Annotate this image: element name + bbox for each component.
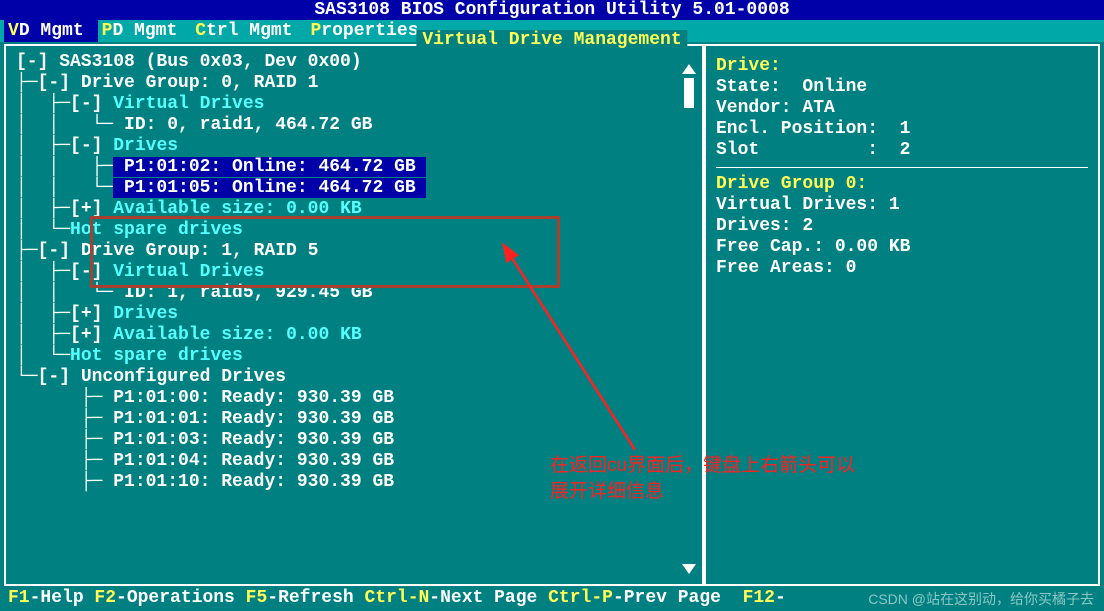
info-dg-heading: Drive Group 0: <box>716 174 1088 195</box>
tree-dg0-vd0[interactable]: │ │ └─ ID: 0, raid1, 464.72 GB <box>16 115 698 136</box>
info-fa: Free Areas: 0 <box>716 258 1088 279</box>
scroll-down-icon[interactable] <box>682 564 696 574</box>
tree-dg0-vd[interactable]: │ ├─[-] Virtual Drives <box>16 94 698 115</box>
annotation-text: 在返回cu界面后，键盘上右箭头可以 展开详细信息 <box>550 453 855 505</box>
tree-dg0-drives[interactable]: │ ├─[-] Drives <box>16 136 698 157</box>
menu-properties[interactable]: Properties <box>306 20 432 42</box>
info-vd: Virtual Drives: 1 <box>716 195 1088 216</box>
title-bar: SAS3108 BIOS Configuration Utility 5.01-… <box>0 0 1104 20</box>
tree-controller[interactable]: [-] SAS3108 (Bus 0x03, Dev 0x00) <box>16 52 698 73</box>
tree-uncfg-0[interactable]: ├─ P1:01:00: Ready: 930.39 GB <box>16 388 698 409</box>
ctrl-n-key: Ctrl-N <box>364 588 429 608</box>
ctrl-p-key: Ctrl-P <box>548 588 613 608</box>
tree-unconfigured[interactable]: └─[-] Unconfigured Drives <box>16 367 698 388</box>
menu-vd-mgmt[interactable]: VD Mgmt <box>4 20 98 42</box>
scroll-up-icon[interactable] <box>682 64 696 74</box>
watermark: CSDN @站在这别动，给你买橘子去 <box>868 589 1094 609</box>
scroll-thumb[interactable] <box>684 78 694 108</box>
tree-dg0-avail[interactable]: │ ├─[+] Available size: 0.00 KB <box>16 199 698 220</box>
tree-dg1-vd[interactable]: │ ├─[-] Virtual Drives <box>16 262 698 283</box>
menu-pd-mgmt[interactable]: PD Mgmt <box>98 20 192 42</box>
info-divider <box>716 167 1088 168</box>
info-vendor: Vendor: ATA <box>716 98 1088 119</box>
tree-drive-p1-01-05[interactable]: │ │ └─ P1:01:05: Online: 464.72 GB <box>16 178 698 199</box>
f5-key: F5 <box>246 588 268 608</box>
tree-dg1[interactable]: ├─[-] Drive Group: 1, RAID 5 <box>16 241 698 262</box>
info-encl: Encl. Position: 1 <box>716 119 1088 140</box>
tree-dg0[interactable]: ├─[-] Drive Group: 0, RAID 1 <box>16 73 698 94</box>
tree-drive-p1-01-02[interactable]: │ │ ├─ P1:01:02: Online: 464.72 GB <box>16 157 698 178</box>
info-drive-heading: Drive: <box>716 56 1088 77</box>
f2-key: F2 <box>94 588 116 608</box>
menu-ctrl-mgmt[interactable]: Ctrl Mgmt <box>191 20 306 42</box>
tree-dg0-hotspare[interactable]: │ └─Hot spare drives <box>16 220 698 241</box>
f12-key: F12 <box>743 588 775 608</box>
tree-dg1-hotspare[interactable]: │ └─Hot spare drives <box>16 346 698 367</box>
info-free: Free Cap.: 0.00 KB <box>716 237 1088 258</box>
info-drv: Drives: 2 <box>716 216 1088 237</box>
info-state: State: Online <box>716 77 1088 98</box>
tree-uncfg-1[interactable]: ├─ P1:01:01: Ready: 930.39 GB <box>16 409 698 430</box>
panel-title: Virtual Drive Management <box>416 30 687 50</box>
f1-key: F1 <box>8 588 30 608</box>
main-area: Virtual Drive Management [-] SAS3108 (Bu… <box>0 42 1104 588</box>
tree-dg1-drives[interactable]: │ ├─[+] Drives <box>16 304 698 325</box>
tree-dg1-vd0[interactable]: │ │ └─ ID: 1, raid5, 929.45 GB <box>16 283 698 304</box>
tree-uncfg-3[interactable]: ├─ P1:01:03: Ready: 930.39 GB <box>16 430 698 451</box>
tree-dg1-avail[interactable]: │ ├─[+] Available size: 0.00 KB <box>16 325 698 346</box>
app-title: SAS3108 BIOS Configuration Utility 5.01-… <box>314 0 789 20</box>
info-slot: Slot : 2 <box>716 140 1088 161</box>
